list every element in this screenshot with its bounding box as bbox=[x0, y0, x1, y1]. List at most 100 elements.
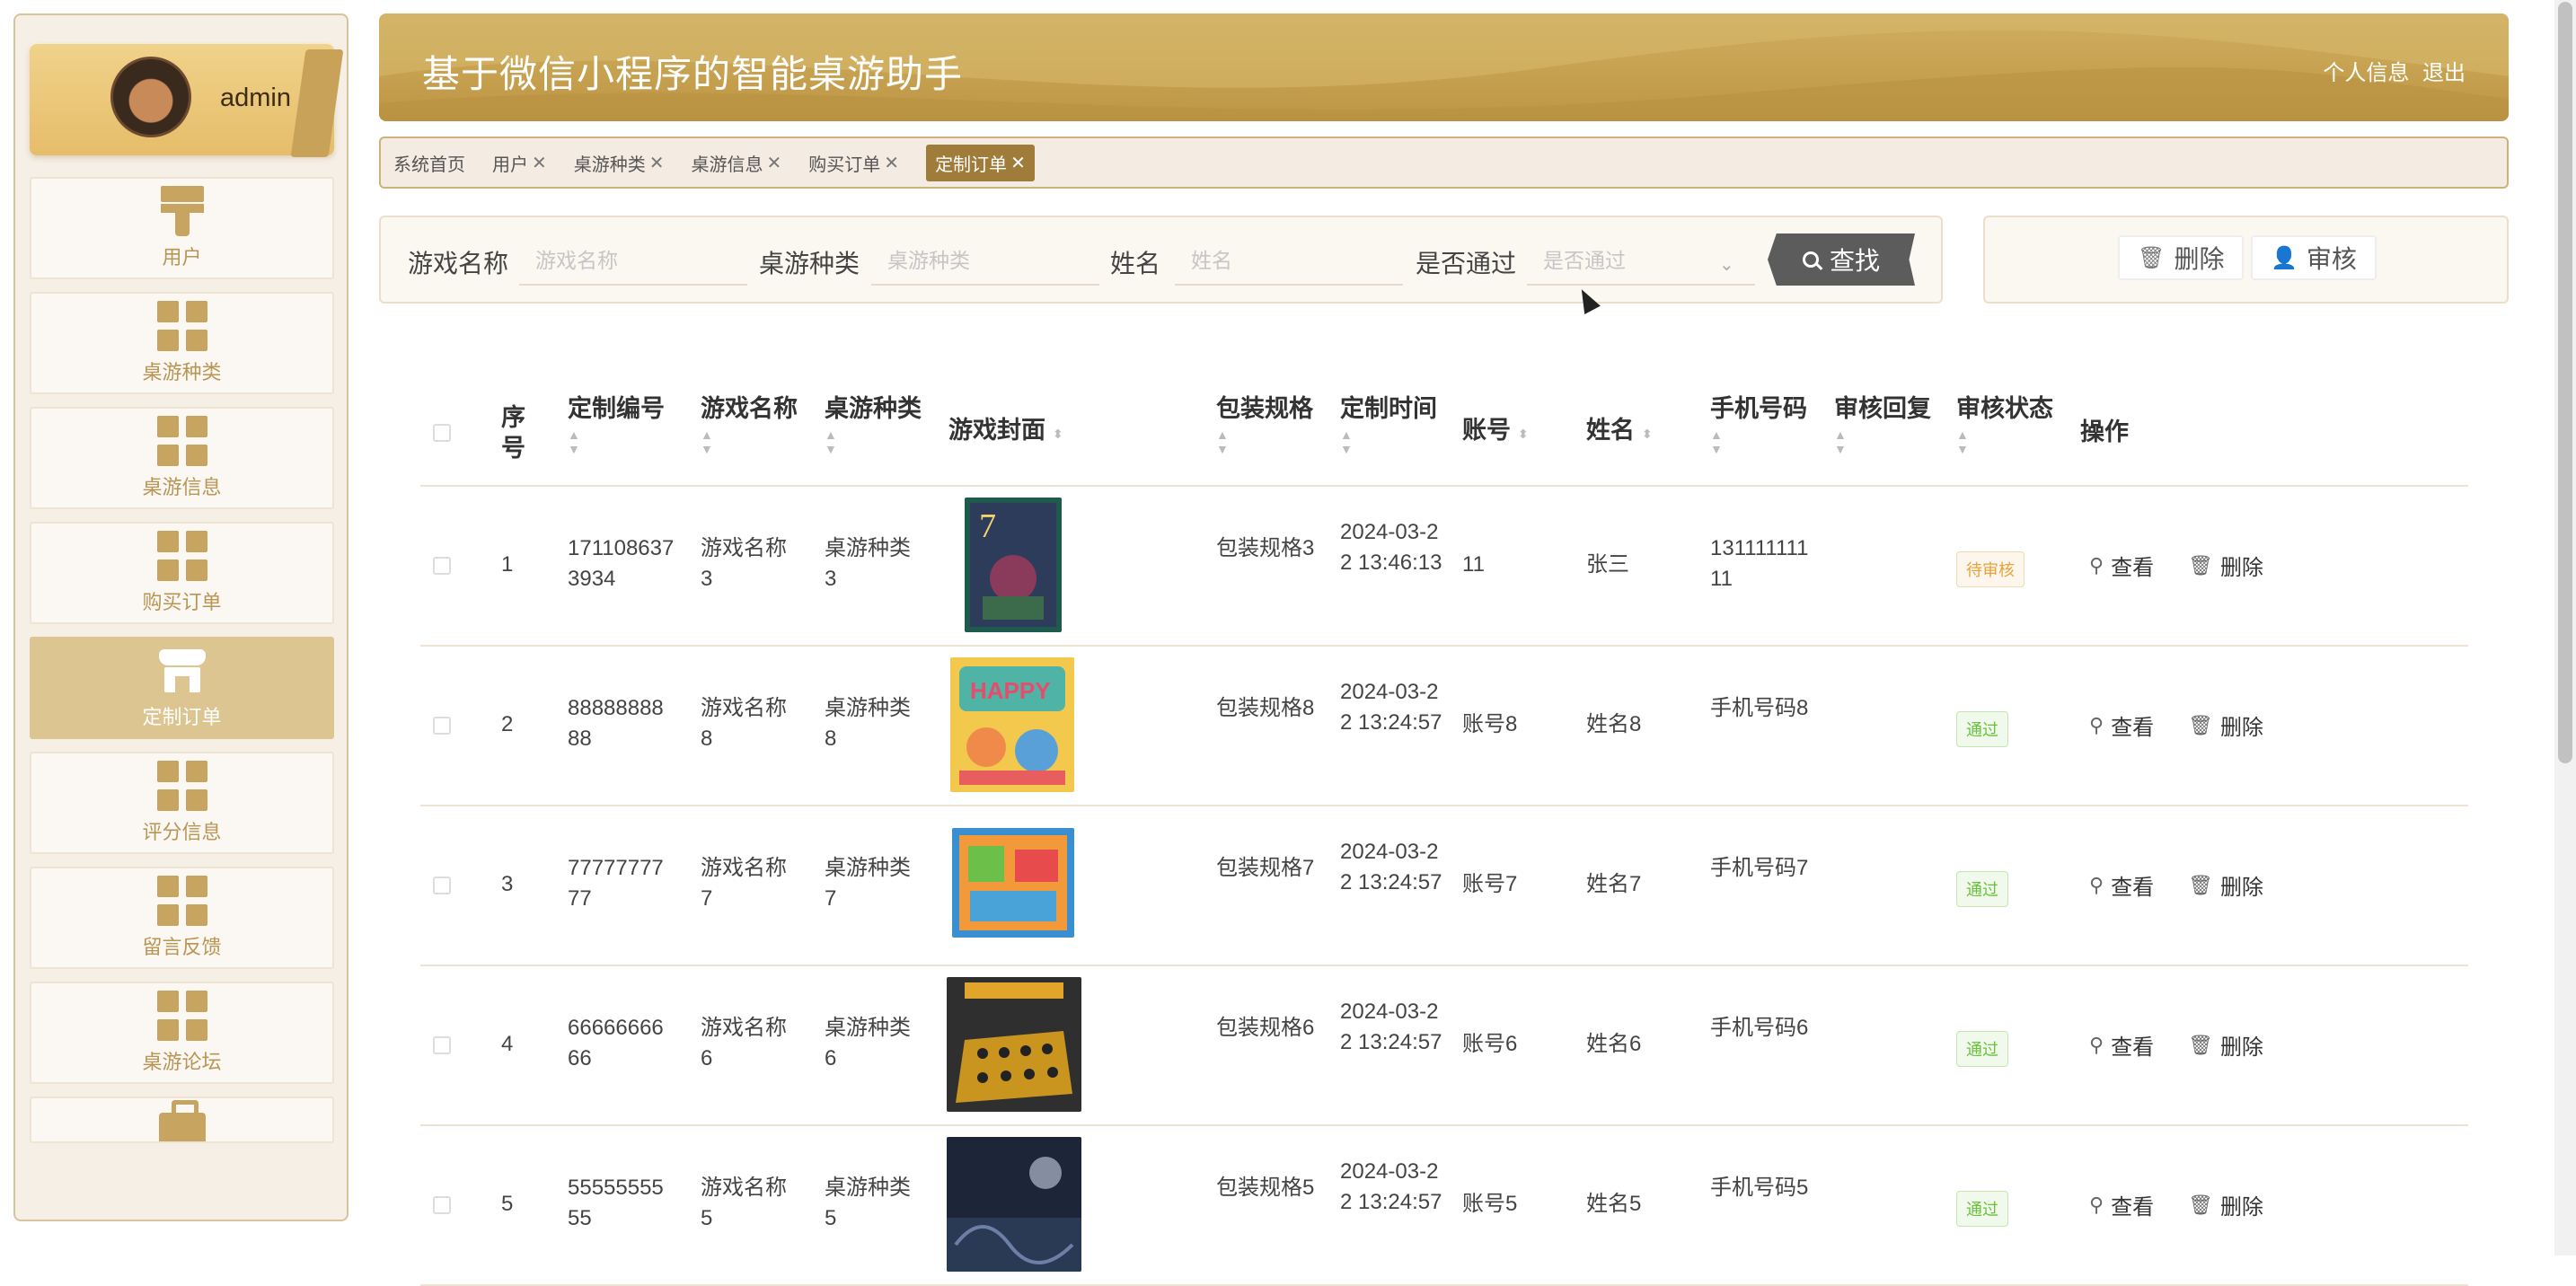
sort-icon[interactable]: ⬍ bbox=[1642, 427, 1653, 441]
category-input[interactable] bbox=[871, 237, 1099, 286]
col-account[interactable]: 账号 ⬍ bbox=[1462, 415, 1529, 445]
sort-icon[interactable]: ⬍ bbox=[1053, 427, 1063, 441]
col-category[interactable]: 桌游种类 ▲ ▼ bbox=[825, 393, 922, 456]
tags-view-bar: 系统首页 用户 ✕ 桌游种类 ✕ 桌游信息 ✕ 购买订单 ✕ 定制订单 ✕ bbox=[379, 137, 2509, 189]
tag-users[interactable]: 用户 ✕ bbox=[492, 150, 547, 176]
col-cover-label: 游戏封面 bbox=[948, 417, 1045, 444]
col-cover[interactable]: 游戏封面 ⬍ bbox=[948, 415, 1063, 445]
game-name-input[interactable] bbox=[519, 237, 747, 286]
view-button[interactable]: ⚲ 查看 bbox=[2089, 709, 2154, 741]
close-icon[interactable]: ✕ bbox=[884, 152, 899, 174]
cell-order-no: 1711086373934 bbox=[568, 536, 675, 591]
col-time[interactable]: 定制时间 ▲ ▼ bbox=[1340, 393, 1437, 456]
view-button[interactable]: ⚲ 查看 bbox=[2089, 1189, 2154, 1220]
sort-icon[interactable]: ▲ ▼ bbox=[1340, 427, 1437, 456]
page-title: 基于微信小程序的智能桌游助手 bbox=[422, 53, 964, 95]
cell-package: 包装规格8 bbox=[1216, 696, 1315, 720]
delete-label: 删除 bbox=[2219, 876, 2263, 900]
row-checkbox[interactable] bbox=[433, 1196, 451, 1214]
user-name: admin bbox=[220, 84, 291, 112]
close-icon[interactable]: ✕ bbox=[532, 152, 547, 174]
page-scrollbar[interactable] bbox=[2554, 0, 2576, 1255]
close-icon[interactable]: ✕ bbox=[767, 152, 782, 174]
sort-icon[interactable]: ▲ ▼ bbox=[1710, 427, 1807, 456]
tag-custom-orders[interactable]: 定制订单 ✕ bbox=[926, 144, 1035, 181]
sidebar-item-feedback[interactable]: 留言反馈 bbox=[30, 867, 334, 969]
game-cover-image[interactable]: HAPPY bbox=[950, 657, 1074, 792]
sidebar-item-purchase-orders[interactable]: 购买订单 bbox=[30, 522, 334, 624]
view-label: 查看 bbox=[2111, 876, 2155, 900]
avatar[interactable] bbox=[110, 57, 191, 137]
sidebar-item-game-categories[interactable]: 桌游种类 bbox=[30, 292, 334, 394]
chevron-down-icon: ⌄ bbox=[1719, 255, 1734, 275]
col-reply[interactable]: 审核回复 ▲ ▼ bbox=[1834, 393, 1931, 456]
row-checkbox[interactable] bbox=[433, 876, 451, 894]
cell-name: 姓名8 bbox=[1586, 712, 1642, 736]
bulk-action-panel: 🗑 删除 👤 审核 bbox=[1983, 216, 2509, 304]
view-button[interactable]: ⚲ 查看 bbox=[2089, 869, 2154, 901]
game-cover-image[interactable]: 7 bbox=[965, 498, 1062, 632]
tag-home[interactable]: 系统首页 bbox=[393, 150, 465, 176]
cell-name: 姓名6 bbox=[1586, 1032, 1642, 1056]
close-icon[interactable]: ✕ bbox=[1010, 152, 1026, 174]
view-button[interactable]: ⚲ 查看 bbox=[2089, 550, 2154, 581]
sidebar-item-label: 桌游信息 bbox=[142, 476, 222, 498]
col-name[interactable]: 姓名 ⬍ bbox=[1586, 415, 1653, 445]
cell-phone: 手机号码6 bbox=[1710, 1016, 1809, 1040]
delete-button[interactable]: 🗑 删除 bbox=[2188, 709, 2263, 741]
sort-icon[interactable]: ⬍ bbox=[1518, 427, 1529, 441]
row-checkbox[interactable] bbox=[433, 1036, 451, 1054]
col-order-no[interactable]: 定制编号 ▲ ▼ bbox=[568, 393, 665, 456]
profile-link[interactable]: 个人信息 bbox=[2323, 61, 2409, 85]
sidebar-item-users[interactable]: 用户 bbox=[30, 177, 334, 279]
view-button[interactable]: ⚲ 查看 bbox=[2089, 1029, 2154, 1061]
svg-text:HAPPY: HAPPY bbox=[970, 677, 1051, 704]
status-badge: 通过 bbox=[1956, 1031, 2008, 1067]
col-status[interactable]: 审核状态 ▲ ▼ bbox=[1956, 393, 2053, 456]
orders-table: 序号 定制编号 ▲ ▼ 游戏名称 ▲ ▼ 桌游种类 ▲ ▼ 游戏封面 ⬍ 包装规格 ▲ ▼ 定制时… bbox=[420, 384, 2468, 1286]
bulk-delete-button[interactable]: 🗑 删除 bbox=[2118, 235, 2245, 280]
col-game-name[interactable]: 游戏名称 ▲ ▼ bbox=[701, 393, 798, 456]
sidebar-item-label: 定制订单 bbox=[142, 706, 222, 728]
review-button[interactable]: 👤 审核 bbox=[2251, 235, 2377, 280]
select-all-checkbox[interactable] bbox=[433, 424, 451, 442]
game-cover-image[interactable] bbox=[952, 828, 1074, 938]
cell-time: 2024-03-22 13:24:57 bbox=[1340, 680, 1442, 735]
scrollbar-thumb[interactable] bbox=[2558, 2, 2572, 763]
delete-button[interactable]: 🗑 删除 bbox=[2188, 869, 2263, 901]
sort-icon[interactable]: ▲ ▼ bbox=[825, 427, 922, 456]
close-icon[interactable]: ✕ bbox=[649, 152, 665, 174]
tag-purchase-orders[interactable]: 购买订单 ✕ bbox=[808, 150, 899, 176]
col-phone[interactable]: 手机号码 ▲ ▼ bbox=[1710, 393, 1807, 456]
sidebar-menu: 用户 桌游种类 桌游信息 购买订单 定制订单 评分信息 留言反馈 桌游论坛 bbox=[30, 177, 334, 1156]
sidebar-item-forum[interactable]: 桌游论坛 bbox=[30, 982, 334, 1084]
sort-icon[interactable]: ▲ ▼ bbox=[701, 427, 798, 456]
search-button[interactable]: 查找 bbox=[1768, 233, 1915, 286]
delete-button[interactable]: 🗑 删除 bbox=[2188, 1189, 2263, 1220]
sort-icon[interactable]: ▲ ▼ bbox=[568, 427, 665, 456]
logout-link[interactable]: 退出 bbox=[2422, 61, 2466, 85]
sort-icon[interactable]: ▲ ▼ bbox=[1216, 427, 1313, 456]
row-checkbox[interactable] bbox=[433, 557, 451, 575]
col-package[interactable]: 包装规格 ▲ ▼ bbox=[1216, 393, 1313, 456]
search-form: 游戏名称 桌游种类 姓名 是否通过 ⌄ 查找 bbox=[379, 216, 1943, 304]
game-cover-image[interactable] bbox=[947, 977, 1081, 1112]
svg-text:7: 7 bbox=[979, 507, 996, 545]
cell-name: 姓名5 bbox=[1586, 1192, 1642, 1216]
delete-button[interactable]: 🗑 删除 bbox=[2188, 1029, 2263, 1061]
game-cover-image[interactable] bbox=[947, 1137, 1081, 1272]
col-game-name-label: 游戏名称 bbox=[701, 395, 798, 422]
tag-game-info[interactable]: 桌游信息 ✕ bbox=[692, 150, 782, 176]
sidebar-item-more[interactable] bbox=[30, 1097, 334, 1143]
sidebar-item-game-info[interactable]: 桌游信息 bbox=[30, 407, 334, 509]
table-row: 4 6666666666 游戏名称6 桌游种类6 包装规格6 2024-03-2… bbox=[420, 966, 2468, 1126]
delete-button[interactable]: 🗑 删除 bbox=[2188, 550, 2263, 581]
name-input[interactable] bbox=[1175, 237, 1403, 286]
tag-game-categories[interactable]: 桌游种类 ✕ bbox=[574, 150, 665, 176]
col-status-label: 审核状态 bbox=[1956, 395, 2053, 422]
sidebar-item-ratings[interactable]: 评分信息 bbox=[30, 752, 334, 854]
row-checkbox[interactable] bbox=[433, 717, 451, 735]
sort-icon[interactable]: ▲ ▼ bbox=[1834, 427, 1931, 456]
sidebar-item-custom-orders[interactable]: 定制订单 bbox=[30, 637, 334, 739]
sort-icon[interactable]: ▲ ▼ bbox=[1956, 427, 2053, 456]
